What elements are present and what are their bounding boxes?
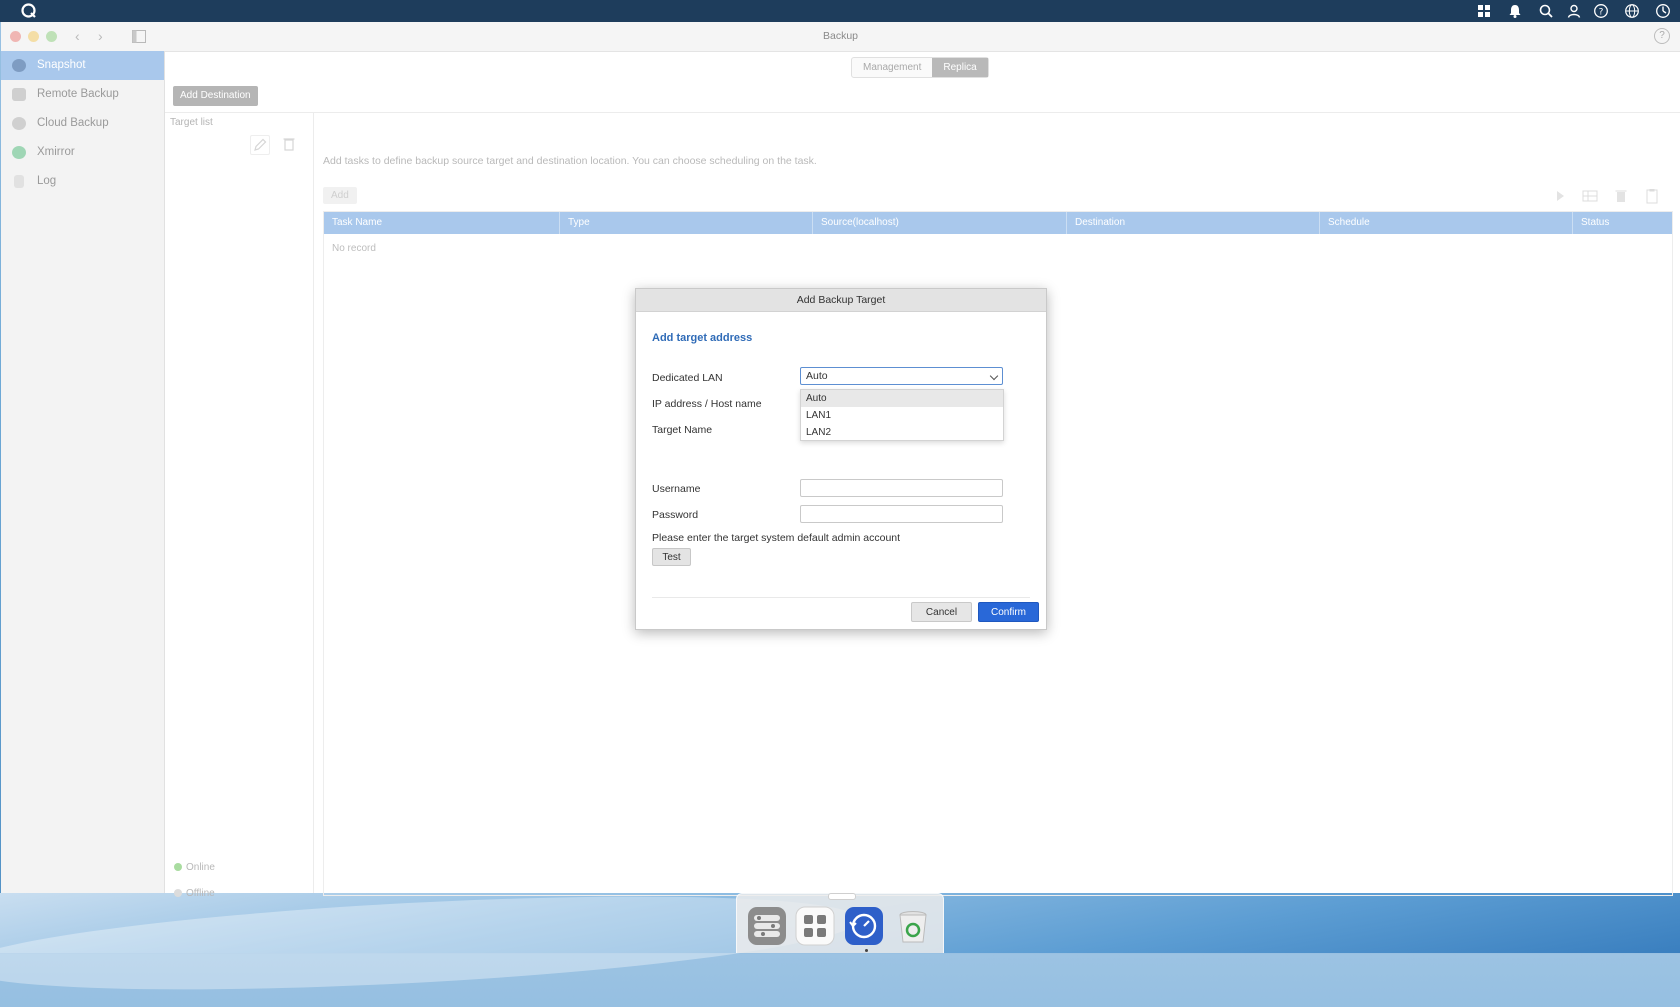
column-header-source[interactable]: Source(localhost) (813, 212, 1067, 234)
task-delete-icon[interactable] (1612, 187, 1630, 205)
confirm-button[interactable]: Confirm (978, 602, 1039, 622)
column-header-status[interactable]: Status (1573, 212, 1672, 234)
panel-description: Add tasks to define backup source target… (323, 155, 817, 167)
add-destination-button[interactable]: Add Destination (173, 86, 258, 106)
dedicated-lan-value: Auto (806, 370, 828, 382)
user-icon[interactable] (1566, 3, 1582, 19)
ip-host-label: IP address / Host name (652, 398, 762, 410)
dedicated-lan-select[interactable]: Auto (800, 367, 1003, 385)
cloud-backup-icon (12, 117, 26, 130)
window-help-button[interactable]: ? (1654, 28, 1670, 44)
sidebar-item-label: Remote Backup (37, 88, 119, 100)
empty-table-message: No record (332, 243, 376, 254)
status-offline: Offline (174, 888, 215, 899)
sidebar-item-cloud-backup[interactable]: Cloud Backup (1, 109, 164, 138)
column-header-type[interactable]: Type (560, 212, 813, 234)
dialog-title: Add Backup Target (636, 289, 1046, 312)
table-view-icon[interactable] (1581, 187, 1599, 205)
column-header-task-name[interactable]: Task Name (324, 212, 560, 234)
tab-replica[interactable]: Replica (932, 58, 988, 77)
sidebar: Snapshot Remote Backup Cloud Backup Xmir… (1, 51, 165, 893)
lan-option-auto[interactable]: Auto (801, 390, 1003, 407)
sidebar-item-xmirror[interactable]: Xmirror (1, 138, 164, 167)
qnap-logo-icon[interactable] (20, 2, 37, 19)
dialog-divider (652, 597, 1030, 598)
running-app-indicator (865, 949, 868, 952)
column-header-schedule[interactable]: Schedule (1320, 212, 1573, 234)
sidebar-item-label: Cloud Backup (37, 117, 109, 129)
sidebar-item-label: Log (37, 175, 57, 187)
view-tabs: Management Replica (851, 57, 989, 78)
add-backup-target-dialog: Add Backup Target Add target address Ded… (635, 288, 1047, 630)
test-button[interactable]: Test (652, 548, 691, 566)
remote-backup-icon (12, 88, 26, 101)
cancel-button[interactable]: Cancel (911, 602, 972, 622)
snapshot-icon (12, 59, 26, 72)
globe-language-icon[interactable] (1624, 3, 1640, 19)
target-list-pane: Target list Online Offline (165, 113, 314, 899)
xmirror-icon (12, 146, 26, 159)
edit-pencil-icon[interactable] (250, 135, 270, 155)
delete-trash-icon[interactable] (280, 135, 298, 153)
status-offline-label: Offline (186, 888, 215, 899)
window-title-bar: ‹ › Backup ? (1, 22, 1680, 52)
dedicated-lan-dropdown: Auto LAN1 LAN2 (800, 389, 1004, 441)
status-online-label: Online (186, 862, 215, 873)
password-label: Password (652, 509, 699, 521)
target-list-label: Target list (170, 117, 213, 128)
lan-option-lan1[interactable]: LAN1 (801, 407, 1003, 424)
admin-account-note: Please enter the target system default a… (652, 532, 901, 544)
system-top-bar: ? (0, 0, 1680, 22)
sidebar-item-log[interactable]: Log (1, 167, 164, 196)
status-online: Online (174, 862, 215, 873)
notification-bell-icon[interactable] (1507, 3, 1523, 19)
destination-toolbar: Add Destination (165, 80, 1680, 113)
recycle-bin-icon[interactable] (893, 906, 933, 946)
target-name-label: Target Name (652, 424, 713, 436)
play-icon[interactable] (1551, 187, 1569, 205)
control-panel-app-icon[interactable] (747, 906, 787, 946)
main-menu-app-icon[interactable] (795, 906, 835, 946)
help-icon[interactable]: ? (1593, 3, 1609, 19)
task-table-header: Task Name Type Source(localhost) Destina… (324, 212, 1672, 234)
column-header-destination[interactable]: Destination (1067, 212, 1320, 234)
dialog-subtitle: Add target address (652, 332, 753, 344)
sidebar-item-remote-backup[interactable]: Remote Backup (1, 80, 164, 109)
search-icon[interactable] (1538, 3, 1554, 19)
offline-dot-icon (174, 889, 182, 897)
add-task-button[interactable]: Add (323, 187, 357, 204)
password-input[interactable] (800, 505, 1003, 523)
username-input[interactable] (800, 479, 1003, 497)
sidebar-item-label: Xmirror (37, 146, 75, 158)
svg-text:?: ? (1599, 8, 1604, 18)
dedicated-lan-label: Dedicated LAN (652, 372, 723, 384)
sidebar-item-snapshot[interactable]: Snapshot (1, 51, 164, 80)
online-dot-icon (174, 863, 182, 871)
window-title: Backup (822, 30, 859, 42)
taskbar-dock (736, 893, 944, 953)
tab-management[interactable]: Management (852, 58, 932, 77)
system-dashboard-icon[interactable] (1655, 3, 1671, 19)
backup-app-icon[interactable] (844, 906, 884, 946)
sidebar-item-label: Snapshot (37, 59, 86, 71)
log-icon (14, 175, 24, 188)
clipboard-report-icon[interactable] (1643, 187, 1661, 205)
dock-handle[interactable] (828, 893, 856, 900)
username-label: Username (652, 483, 701, 495)
chevron-down-icon (989, 371, 999, 381)
apps-grid-icon[interactable] (1476, 3, 1492, 19)
lan-option-lan2[interactable]: LAN2 (801, 424, 1003, 441)
